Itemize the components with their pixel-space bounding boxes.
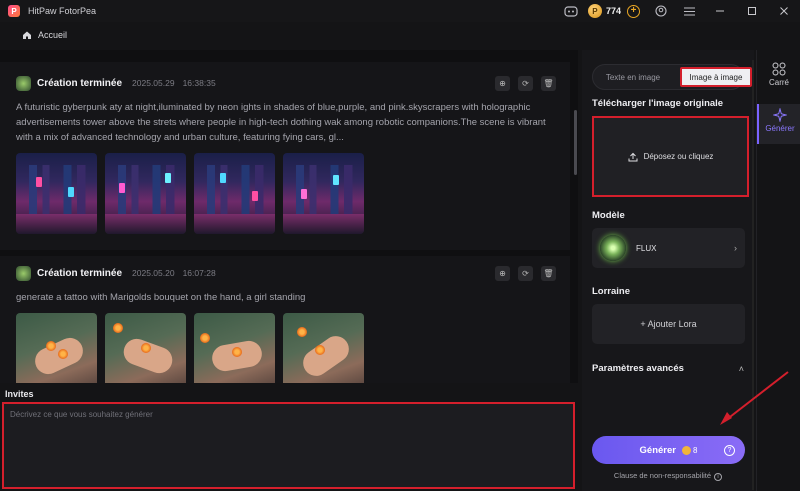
feed-scrollbar[interactable] [574, 110, 577, 175]
result-image[interactable] [105, 153, 186, 234]
prompt-input[interactable] [4, 404, 573, 487]
minimize-button[interactable] [704, 0, 736, 22]
card-header: Création terminée 2025.05.29 16:38:35 ⊕ … [16, 72, 556, 94]
upload-icon [628, 152, 638, 161]
zoom-icon[interactable]: ⊕ [495, 265, 510, 281]
result-image[interactable] [194, 313, 275, 383]
zoom-icon[interactable]: ⊕ [495, 75, 510, 91]
generate-label: Générer [639, 444, 676, 456]
card-header: Création terminée 2025.05.20 16:07:28 ⊕ … [16, 262, 556, 284]
regenerate-icon[interactable]: ⟳ [518, 75, 533, 91]
breadcrumb-home[interactable]: Accueil [38, 30, 67, 40]
model-thumbnail [600, 235, 626, 261]
result-image[interactable] [16, 153, 97, 234]
history-feed: Création terminée 2025.05.29 16:38:35 ⊕ … [0, 50, 578, 383]
account-icon[interactable] [654, 4, 668, 18]
add-lora-button[interactable]: + Ajouter Lora [592, 304, 745, 344]
regenerate-icon[interactable]: ⟳ [518, 265, 533, 281]
coin-icon: P [587, 4, 602, 18]
mode-switch: Texte en image Image à image [592, 64, 752, 90]
breadcrumb[interactable]: Accueil [22, 30, 67, 40]
result-card: Création terminée 2025.05.29 16:38:35 ⊕ … [0, 62, 570, 250]
app-title: HitPaw FotorPea [28, 6, 97, 16]
card-time: 16:38:35 [182, 78, 216, 88]
delete-icon[interactable]: 🗑 [541, 265, 556, 281]
app-logo-icon: P [8, 5, 20, 17]
result-image[interactable] [283, 313, 364, 383]
model-selector[interactable]: FLUX › [592, 228, 745, 268]
info-icon: i [714, 473, 723, 481]
coin-icon [681, 445, 691, 455]
result-image[interactable] [16, 313, 97, 383]
lora-title: Lorraine [592, 286, 631, 297]
image-thumbnails [16, 153, 554, 234]
home-icon [23, 31, 31, 39]
upload-title: Télécharger l'image originale [592, 98, 724, 109]
tab-image-to-image[interactable]: Image à image [680, 67, 752, 87]
result-card: Création terminée 2025.05.20 16:07:28 ⊕ … [0, 256, 570, 383]
close-button[interactable] [768, 0, 800, 22]
upload-dropzone[interactable]: Déposez ou cliquez [592, 116, 749, 197]
card-title: Création terminée [37, 267, 123, 279]
result-image[interactable] [194, 153, 275, 234]
result-image[interactable] [105, 313, 186, 383]
credit-balance[interactable]: P 774 + [587, 3, 640, 19]
rail-item-square[interactable]: Carré [757, 58, 800, 98]
chevron-up-icon: ˄ [738, 363, 744, 374]
sparkle-icon [773, 108, 787, 122]
maximize-button[interactable] [736, 0, 768, 22]
model-avatar [16, 265, 31, 281]
add-credits-button[interactable]: + [627, 4, 640, 18]
model-avatar [16, 75, 31, 91]
discord-icon[interactable] [564, 4, 578, 18]
card-prompt: A futuristic gyberpunk aty at night,ilum… [16, 102, 546, 143]
help-icon[interactable]: ? [724, 444, 735, 456]
title-bar-controls: P 774 + [564, 0, 800, 22]
model-title: Modèle [592, 210, 625, 221]
card-prompt: generate a tattoo with Marigolds bouquet… [16, 292, 306, 303]
chevron-right-icon: › [734, 243, 737, 253]
card-title: Création terminée [37, 77, 123, 89]
result-image[interactable] [283, 153, 364, 234]
model-name: FLUX [636, 243, 657, 253]
delete-icon[interactable]: 🗑 [541, 75, 556, 91]
advanced-title: Paramètres avancés [592, 363, 684, 374]
generate-cost: 8 [692, 445, 698, 455]
rail-item-generate[interactable]: Générer [757, 104, 800, 144]
disclaimer-link[interactable]: Clause de non-responsabilité i [582, 471, 754, 481]
card-actions: ⊕ ⟳ 🗑 [495, 75, 556, 91]
app-window: P HitPaw FotorPea P 774 + Accueil Créati… [0, 0, 800, 491]
advanced-settings-toggle[interactable]: Paramètres avancés ˄ [592, 363, 744, 374]
prompt-box [2, 402, 575, 489]
upload-label: Déposez ou cliquez [643, 152, 714, 161]
card-actions: ⊕ ⟳ 🗑 [495, 265, 556, 281]
grid-icon [772, 62, 786, 76]
prompt-label: Invites [5, 389, 34, 399]
side-rail: Carré Générer [756, 50, 800, 491]
credit-count: 774 [605, 6, 621, 16]
menu-icon[interactable] [682, 4, 696, 18]
settings-panel: Texte en image Image à image Télécharger… [582, 50, 754, 491]
tab-text-to-image[interactable]: Texte en image [593, 73, 673, 82]
panel-scrollbar[interactable] [752, 60, 754, 490]
generate-button[interactable]: Générer 8 ? [592, 436, 745, 464]
card-time: 16:07:28 [182, 268, 216, 278]
title-bar: P HitPaw FotorPea P 774 + [0, 0, 800, 22]
card-date: 2025.05.20 [132, 268, 175, 278]
image-thumbnails [16, 313, 554, 383]
card-date: 2025.05.29 [132, 78, 175, 88]
